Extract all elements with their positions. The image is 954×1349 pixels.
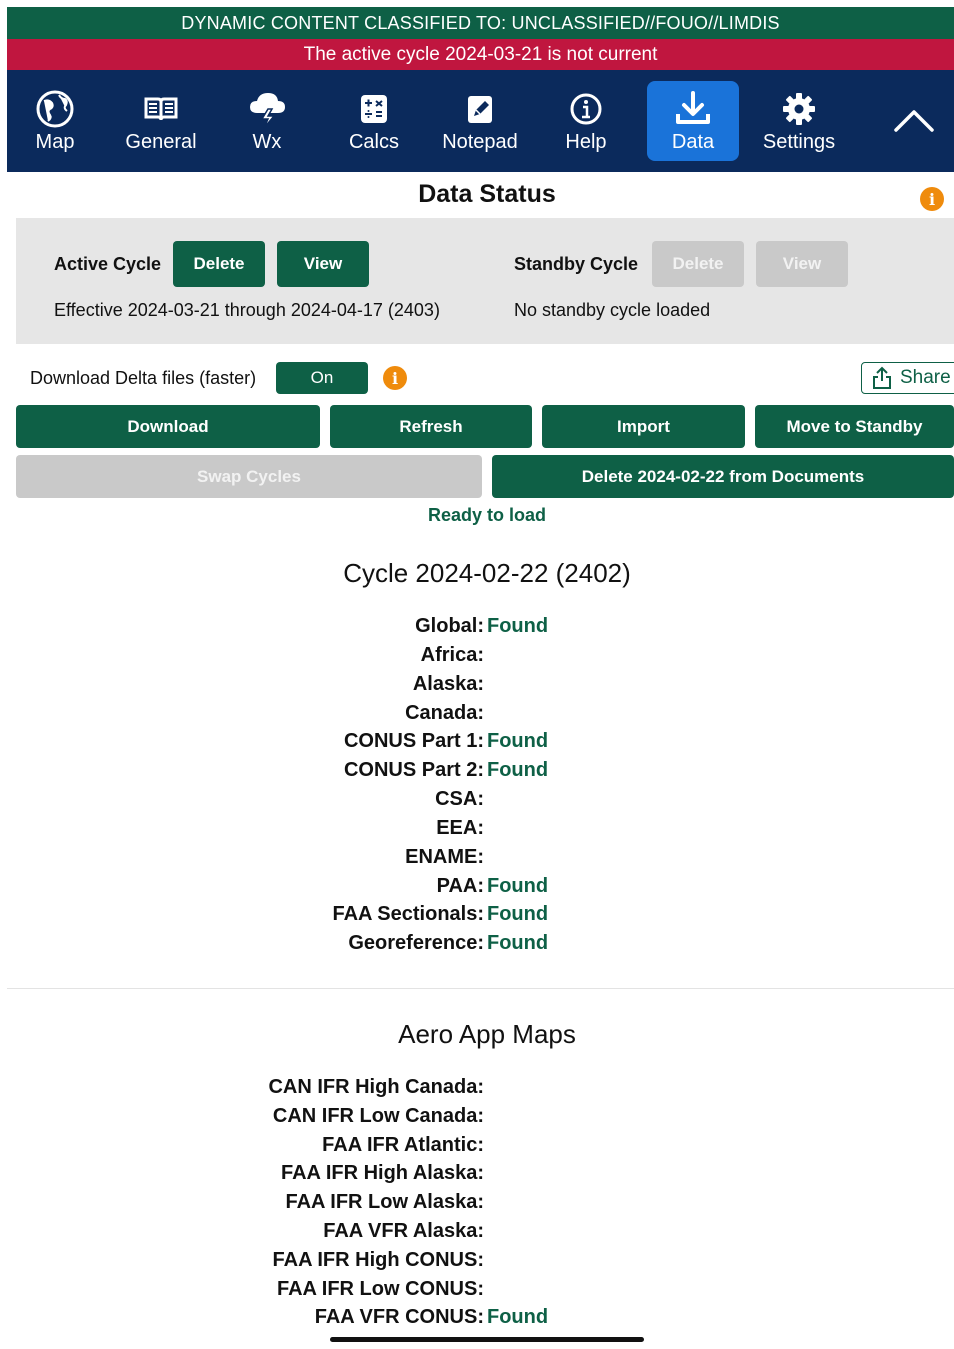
classification-banner: DYNAMIC CONTENT CLASSIFIED TO: UNCLASSIF… (7, 7, 954, 39)
nav-item-notepad[interactable]: Notepad (434, 81, 526, 161)
cycle-row-label: Africa: (420, 644, 484, 666)
aero-row-label: FAA IFR Atlantic: (322, 1134, 484, 1156)
active-view-button[interactable]: View (277, 241, 369, 287)
refresh-button[interactable]: Refresh (330, 405, 532, 448)
delta-files-label: Download Delta files (faster) (30, 368, 257, 388)
cycle-row-label: EEA: (436, 817, 484, 839)
calculator-icon (361, 95, 387, 123)
delta-toggle-button[interactable]: On (276, 362, 368, 394)
delta-info-icon[interactable]: i (383, 366, 407, 390)
cycle-row-value: Found (487, 759, 549, 781)
nav-label: Help (565, 131, 607, 153)
nav-label: Wx (252, 131, 282, 153)
import-button[interactable]: Import (542, 405, 745, 448)
cycle-row-label: Canada: (405, 702, 484, 724)
standby-cycle-label: Standby Cycle (514, 254, 639, 274)
nav-label: Map (35, 131, 75, 153)
active-delete-button[interactable]: Delete (173, 241, 265, 287)
aero-row-value: Found (487, 1306, 549, 1328)
aero-row-label: FAA IFR High CONUS: (272, 1249, 484, 1271)
download-button[interactable]: Download (16, 405, 320, 448)
home-indicator (330, 1337, 644, 1342)
cycle-row-label: Georeference: (348, 932, 484, 954)
nav-label: General (125, 131, 197, 153)
aero-row-label: FAA VFR Alaska: (323, 1220, 484, 1242)
share-button[interactable]: Share (861, 362, 954, 394)
nav-item-wx[interactable]: Wx (221, 81, 313, 161)
cycle-status-panel: Active Cycle Delete View Effective 2024-… (16, 218, 954, 344)
gear-icon (783, 93, 815, 125)
notepad-pencil-icon (468, 96, 492, 123)
book-icon (144, 97, 178, 121)
share-label: Share (900, 367, 951, 388)
cycle-row-value: Found (487, 932, 549, 954)
globe-icon (36, 90, 74, 128)
aero-row-label: FAA IFR High Alaska: (281, 1162, 484, 1184)
app-window: DYNAMIC CONTENT CLASSIFIED TO: UNCLASSIF… (7, 0, 954, 1349)
cycle-row-value: Found (487, 875, 549, 897)
active-effective-text: Effective 2024-03-21 through 2024-04-17 … (54, 300, 440, 320)
nav-label: Notepad (442, 131, 518, 153)
nav-item-help[interactable]: Help (540, 81, 632, 161)
info-icon[interactable]: i (920, 187, 944, 211)
nav-item-general[interactable]: General (115, 81, 207, 161)
cycle-row-label: ENAME: (405, 846, 484, 868)
cycle-row-value: Found (487, 615, 549, 637)
download-icon (676, 91, 710, 124)
nav-label: Settings (762, 131, 836, 153)
move-to-standby-button[interactable]: Move to Standby (755, 405, 954, 448)
aero-row-label: FAA IFR Low CONUS: (276, 1278, 484, 1300)
cycle-title: Cycle 2024-02-22 (2402) (343, 558, 631, 588)
top-navigation-bar: Map General Wx Calcs Notepad Help Data S… (7, 70, 954, 172)
standby-status-text: No standby cycle loaded (514, 300, 711, 320)
cycle-row-value: Found (487, 730, 549, 752)
section-divider (7, 988, 954, 989)
standby-delete-button[interactable]: Delete (652, 241, 744, 287)
cycle-warning-banner: The active cycle 2024-03-21 is not curre… (7, 39, 954, 70)
aero-row-label: CAN IFR High Canada: (268, 1076, 484, 1098)
cycle-row-label: Global: (415, 615, 484, 637)
standby-view-button[interactable]: View (756, 241, 848, 287)
cycle-row-label: CSA: (435, 788, 484, 810)
cycle-row-label: FAA Sectionals: (332, 903, 484, 925)
load-status-text: Ready to load (427, 505, 547, 525)
storm-cloud-icon (250, 93, 285, 129)
nav-label: Data (671, 131, 715, 153)
swap-cycles-button[interactable]: Swap Cycles (16, 455, 482, 498)
cycle-row-label: CONUS Part 2: (343, 759, 484, 781)
share-icon (873, 366, 891, 389)
chevron-up-icon[interactable] (892, 100, 936, 144)
nav-label: Calcs (348, 131, 399, 153)
nav-item-calcs[interactable]: Calcs (328, 81, 420, 161)
aero-row-label: FAA IFR Low Alaska: (285, 1191, 484, 1213)
cycle-row-label: CONUS Part 1: (343, 730, 484, 752)
aero-row-label: FAA VFR CONUS: (314, 1306, 484, 1328)
aero-row-label: CAN IFR Low Canada: (272, 1105, 484, 1127)
aero-maps-title: Aero App Maps (398, 1019, 576, 1049)
cycle-row-value: Found (487, 903, 549, 925)
nav-item-data[interactable]: Data (647, 81, 739, 161)
cycle-row-label: Alaska: (412, 673, 484, 695)
info-circle-icon (570, 93, 602, 125)
active-cycle-label: Active Cycle (54, 254, 162, 274)
page-title: Data Status (418, 180, 556, 208)
nav-item-settings[interactable]: Settings (753, 81, 845, 161)
cycle-row-label: PAA: (436, 875, 484, 897)
delete-from-documents-button[interactable]: Delete 2024-02-22 from Documents (492, 455, 954, 498)
nav-item-map[interactable]: Map (9, 81, 101, 161)
